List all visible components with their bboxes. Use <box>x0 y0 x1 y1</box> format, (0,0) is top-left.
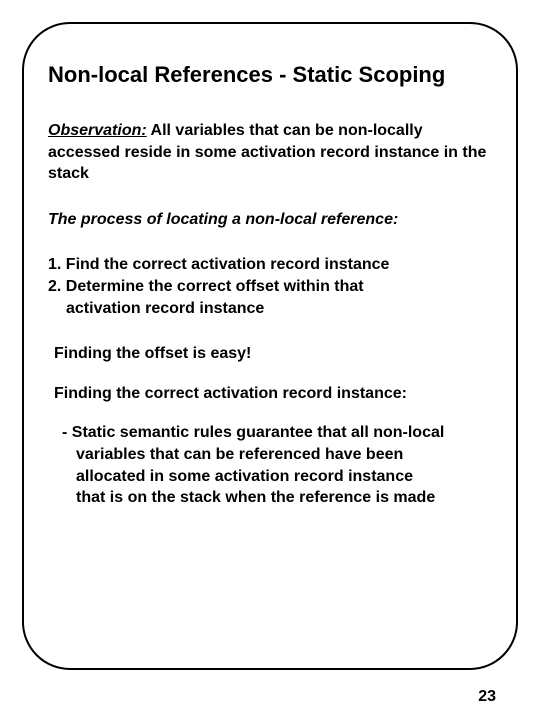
steps-list: 1. Find the correct activation record in… <box>48 254 492 319</box>
process-heading: The process of locating a non-local refe… <box>48 209 492 231</box>
step-1: 1. Find the correct activation record in… <box>48 254 492 276</box>
rule-line-1: - Static semantic rules guarantee that a… <box>62 424 444 441</box>
step-2-line-2: activation record instance <box>48 298 492 320</box>
slide-frame: Non-local References - Static Scoping Ob… <box>22 22 518 670</box>
observation-paragraph: Observation: All variables that can be n… <box>48 120 492 185</box>
observation-label: Observation: <box>48 122 147 139</box>
static-rule: - Static semantic rules guarantee that a… <box>48 422 492 508</box>
process-label: The process of locating a non-local refe… <box>48 211 398 228</box>
finding-ari-heading: Finding the correct activation record in… <box>48 383 492 405</box>
slide-title: Non-local References - Static Scoping <box>48 62 492 88</box>
step-2-line-1: 2. Determine the correct offset within t… <box>48 276 492 298</box>
offset-easy: Finding the offset is easy! <box>48 343 492 365</box>
rule-line-3: allocated in some activation record inst… <box>62 466 492 488</box>
rule-line-4: that is on the stack when the reference … <box>62 487 492 509</box>
rule-line-2: variables that can be referenced have be… <box>62 444 492 466</box>
page-number: 23 <box>478 688 496 706</box>
